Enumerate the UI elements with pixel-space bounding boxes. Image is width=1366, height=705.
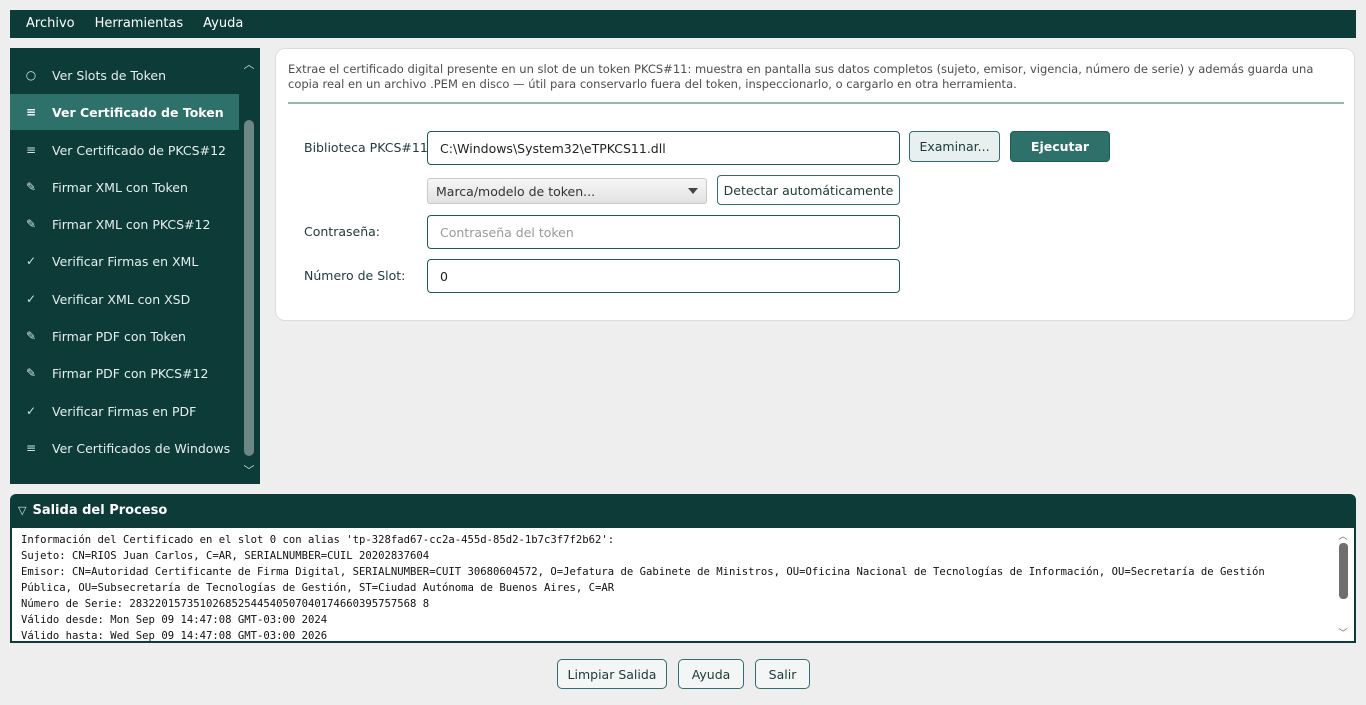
divider — [288, 102, 1344, 104]
help-button[interactable]: Ayuda — [678, 659, 744, 689]
browse-button[interactable]: Examinar... — [909, 131, 1000, 162]
exit-button[interactable]: Salir — [755, 659, 810, 689]
token-model-select[interactable]: Marca/modelo de token... — [427, 178, 707, 204]
library-path-input[interactable]: C:\Windows\System32\eTPKCS11.dll — [427, 131, 900, 165]
sidebar-item-label: Verificar Firmas en PDF — [52, 403, 197, 419]
sidebar-item-label: Ver Slots de Token — [52, 67, 166, 83]
slot-number-input[interactable]: 0 — [427, 259, 900, 293]
clear-output-button[interactable]: Limpiar Salida — [557, 659, 667, 689]
menu-ayuda[interactable]: Ayuda — [193, 10, 253, 38]
menubar: Archivo Herramientas Ayuda — [10, 10, 1356, 38]
sidebar-item-firmar-xml-pkcs12[interactable]: ✎ Firmar XML con PKCS#12 — [10, 206, 239, 242]
sidebar-item-label: Firmar PDF con PKCS#12 — [52, 365, 209, 381]
password-label: Contraseña: — [304, 224, 380, 239]
chevron-down-icon — [688, 188, 698, 194]
output-text: Información del Certificado en el slot 0… — [21, 534, 1265, 641]
sidebar-scrollbar-thumb[interactable] — [244, 120, 254, 456]
output-text-area[interactable]: Información del Certificado en el slot 0… — [12, 528, 1354, 641]
slot-icon: ○ — [25, 68, 37, 82]
sidebar-item-label: Verificar Firmas en XML — [52, 253, 199, 269]
sidebar-item-verificar-xml-xsd[interactable]: ✓ Verificar XML con XSD — [10, 281, 239, 317]
sidebar-item-label: Ver Certificado de PKCS#12 — [52, 142, 226, 158]
sidebar-item-ver-certificado-pkcs12[interactable]: ≡ Ver Certificado de PKCS#12 — [10, 132, 239, 168]
chevron-up-icon[interactable]: ︿ — [1337, 529, 1349, 542]
output-title: Salida del Proceso — [32, 503, 168, 518]
sidebar-item-ver-slots[interactable]: ○ Ver Slots de Token — [10, 57, 239, 93]
chevron-down-icon[interactable]: ﹀ — [242, 462, 256, 478]
sidebar-item-label: Firmar PDF con Token — [52, 328, 186, 344]
pen-icon: ✎ — [25, 366, 37, 380]
list-icon: ≡ — [25, 105, 37, 119]
pen-icon: ✎ — [25, 217, 37, 231]
sidebar: ○ Ver Slots de Token ≡ Ver Certificado d… — [10, 48, 260, 484]
form-card: Extrae el certificado digital presente e… — [275, 48, 1355, 321]
output-panel: ▽ Salida del Proceso Información del Cer… — [10, 494, 1356, 643]
sidebar-item-firmar-pdf-token[interactable]: ✎ Firmar PDF con Token — [10, 318, 239, 354]
sidebar-item-firmar-pdf-pkcs12[interactable]: ✎ Firmar PDF con PKCS#12 — [10, 355, 239, 391]
output-scrollbar-thumb[interactable] — [1339, 543, 1348, 599]
run-button[interactable]: Ejecutar — [1010, 131, 1110, 162]
slot-label: Número de Slot: — [304, 268, 406, 283]
sidebar-item-verificar-firmas-xml[interactable]: ✓ Verificar Firmas en XML — [10, 243, 239, 279]
sidebar-item-label: Firmar XML con Token — [52, 179, 188, 195]
menu-herramientas[interactable]: Herramientas — [85, 10, 194, 38]
tool-description: Extrae el certificado digital presente e… — [288, 62, 1314, 91]
menu-archivo[interactable]: Archivo — [16, 10, 85, 38]
list-icon: ≡ — [25, 143, 37, 157]
sidebar-item-firmar-xml-token[interactable]: ✎ Firmar XML con Token — [10, 169, 239, 205]
sidebar-item-label: Verificar XML con XSD — [52, 291, 191, 307]
list-icon: ≡ — [25, 441, 37, 455]
pen-icon: ✎ — [25, 329, 37, 343]
chevron-down-icon[interactable]: ﹀ — [1337, 626, 1349, 639]
collapse-triangle-icon[interactable]: ▽ — [18, 504, 26, 517]
chevron-up-icon[interactable]: ︿ — [242, 56, 256, 72]
check-icon: ✓ — [25, 292, 37, 306]
password-input[interactable]: Contraseña del token — [427, 215, 900, 249]
output-header[interactable]: ▽ Salida del Proceso — [10, 494, 1356, 527]
sidebar-item-ver-certificado-token[interactable]: ≡ Ver Certificado de Token — [10, 94, 239, 130]
sidebar-item-label: Firmar XML con PKCS#12 — [52, 216, 211, 232]
check-icon: ✓ — [25, 404, 37, 418]
sidebar-item-verificar-firmas-pdf[interactable]: ✓ Verificar Firmas en PDF — [10, 393, 239, 429]
token-model-select-value: Marca/modelo de token... — [436, 183, 596, 199]
library-label: Biblioteca PKCS#11: — [304, 140, 432, 155]
sidebar-item-label: Ver Certificados de Windows — [52, 440, 231, 456]
check-icon: ✓ — [25, 254, 37, 268]
sidebar-item-ver-certificados-windows[interactable]: ≡ Ver Certificados de Windows — [10, 430, 239, 466]
detect-button[interactable]: Detectar automáticamente — [717, 175, 900, 205]
pen-icon: ✎ — [25, 180, 37, 194]
sidebar-item-label: Ver Certificado de Token — [52, 104, 224, 120]
